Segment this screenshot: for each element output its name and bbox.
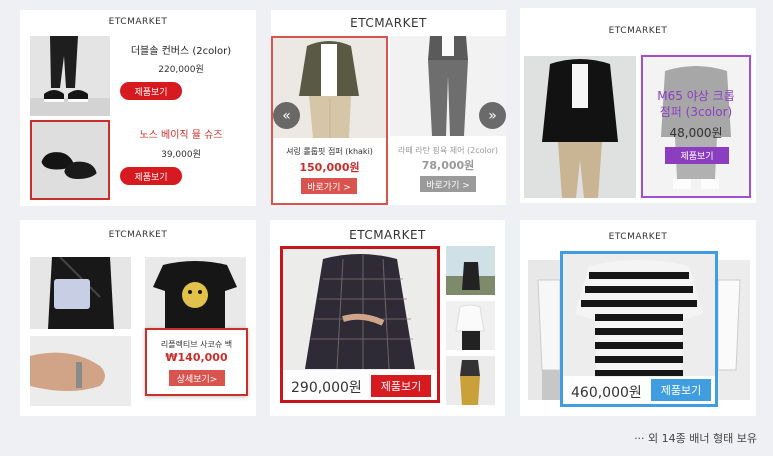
view-product-button[interactable]: 제품보기 — [651, 379, 711, 401]
product-name: 셔링 롤룹핏 점퍼 (khaki) — [286, 147, 373, 156]
view-product-button[interactable]: 제품보기 — [665, 147, 729, 164]
thumbnail-image[interactable] — [446, 356, 495, 405]
product-price: ₩140,000 — [165, 351, 228, 364]
side-image-right — [718, 260, 750, 400]
brand-logo: ETCMARKET — [608, 232, 668, 242]
featured-product[interactable]: 460,000원 제품보기 — [560, 251, 718, 407]
prev-arrow-icon[interactable]: « — [273, 102, 300, 129]
banner-card-3: ETCMARKET M65 야상 크롭 점퍼 (3color) 48,000원 … — [520, 8, 756, 203]
product-price: 78,000원 — [421, 159, 475, 172]
side-image-left — [528, 260, 560, 400]
product-price: 290,000원 — [291, 380, 362, 396]
banner-card-2: ETCMARKET 셔링 롤룹핏 점퍼 (khaki) 150,000원 바로가… — [271, 10, 506, 205]
thumbnail-image[interactable] — [446, 301, 495, 350]
next-arrow-icon[interactable]: » — [479, 102, 506, 129]
product-name: 더블솔 컨버스 (2color) — [130, 46, 232, 57]
product-image-blazer[interactable] — [524, 56, 636, 198]
product-name: 라떼 라탄 핑육 제어 (2color) — [397, 146, 499, 155]
product-price: 460,000원 — [571, 385, 642, 401]
product-price: 220,000원 — [158, 65, 204, 75]
detail-button[interactable]: 상세보기> — [169, 370, 225, 386]
featured-product[interactable]: 290,000원 제품보기 — [280, 246, 440, 403]
product-image-sacoche[interactable] — [30, 257, 131, 329]
product-price: 48,000원 — [669, 126, 723, 140]
banner-card-1: ETCMARKET 더블솔 컨버스 (2color) 220,000원 제품보기… — [20, 10, 256, 206]
banner-card-4: ETCMARKET 리플렉티브 사코슈 백 ₩140,000 상세보기> — [20, 220, 256, 416]
product-name: 리플렉티브 사코슈 백 — [160, 340, 233, 349]
go-button[interactable]: 바로가기 > — [420, 176, 476, 192]
footer-note: ··· 외 14종 배너 형태 보유 — [634, 432, 757, 445]
view-product-button[interactable]: 제품보기 — [120, 167, 182, 185]
banner-card-5: ETCMARKET 290,000원 제품보기 — [270, 220, 505, 416]
product-image-tshirt[interactable] — [145, 257, 246, 329]
product-image-bracelet[interactable] — [30, 336, 131, 406]
go-button[interactable]: 바로가기 > — [301, 178, 357, 194]
view-product-button[interactable]: 제품보기 — [371, 375, 431, 397]
brand-logo: ETCMARKET — [608, 26, 668, 36]
thumbnail-image[interactable] — [446, 246, 495, 295]
featured-product[interactable]: M65 야상 크롭 점퍼 (3color) 48,000원 제품보기 — [641, 55, 751, 198]
product-name-line2: 점퍼 (3color) — [659, 105, 733, 119]
brand-logo: ETCMARKET — [349, 228, 426, 242]
brand-logo: ETCMARKET — [350, 16, 427, 30]
product-image-mule[interactable] — [30, 120, 110, 200]
product-name: 노스 베이직 뮬 슈즈 — [139, 130, 223, 141]
brand-logo: ETCMARKET — [108, 230, 168, 240]
banner-card-6: ETCMARKET 460,000원 제품보기 — [520, 220, 756, 416]
product-price: 39,000원 — [161, 150, 201, 160]
product-name: M65 야상 크롭 — [657, 89, 735, 103]
view-product-button[interactable]: 제품보기 — [120, 82, 182, 100]
product-price: 150,000원 — [299, 161, 360, 174]
featured-product[interactable]: 리플렉티브 사코슈 백 ₩140,000 상세보기> — [145, 328, 248, 396]
brand-logo: ETCMARKET — [108, 17, 168, 27]
product-image-converse[interactable] — [30, 36, 110, 116]
